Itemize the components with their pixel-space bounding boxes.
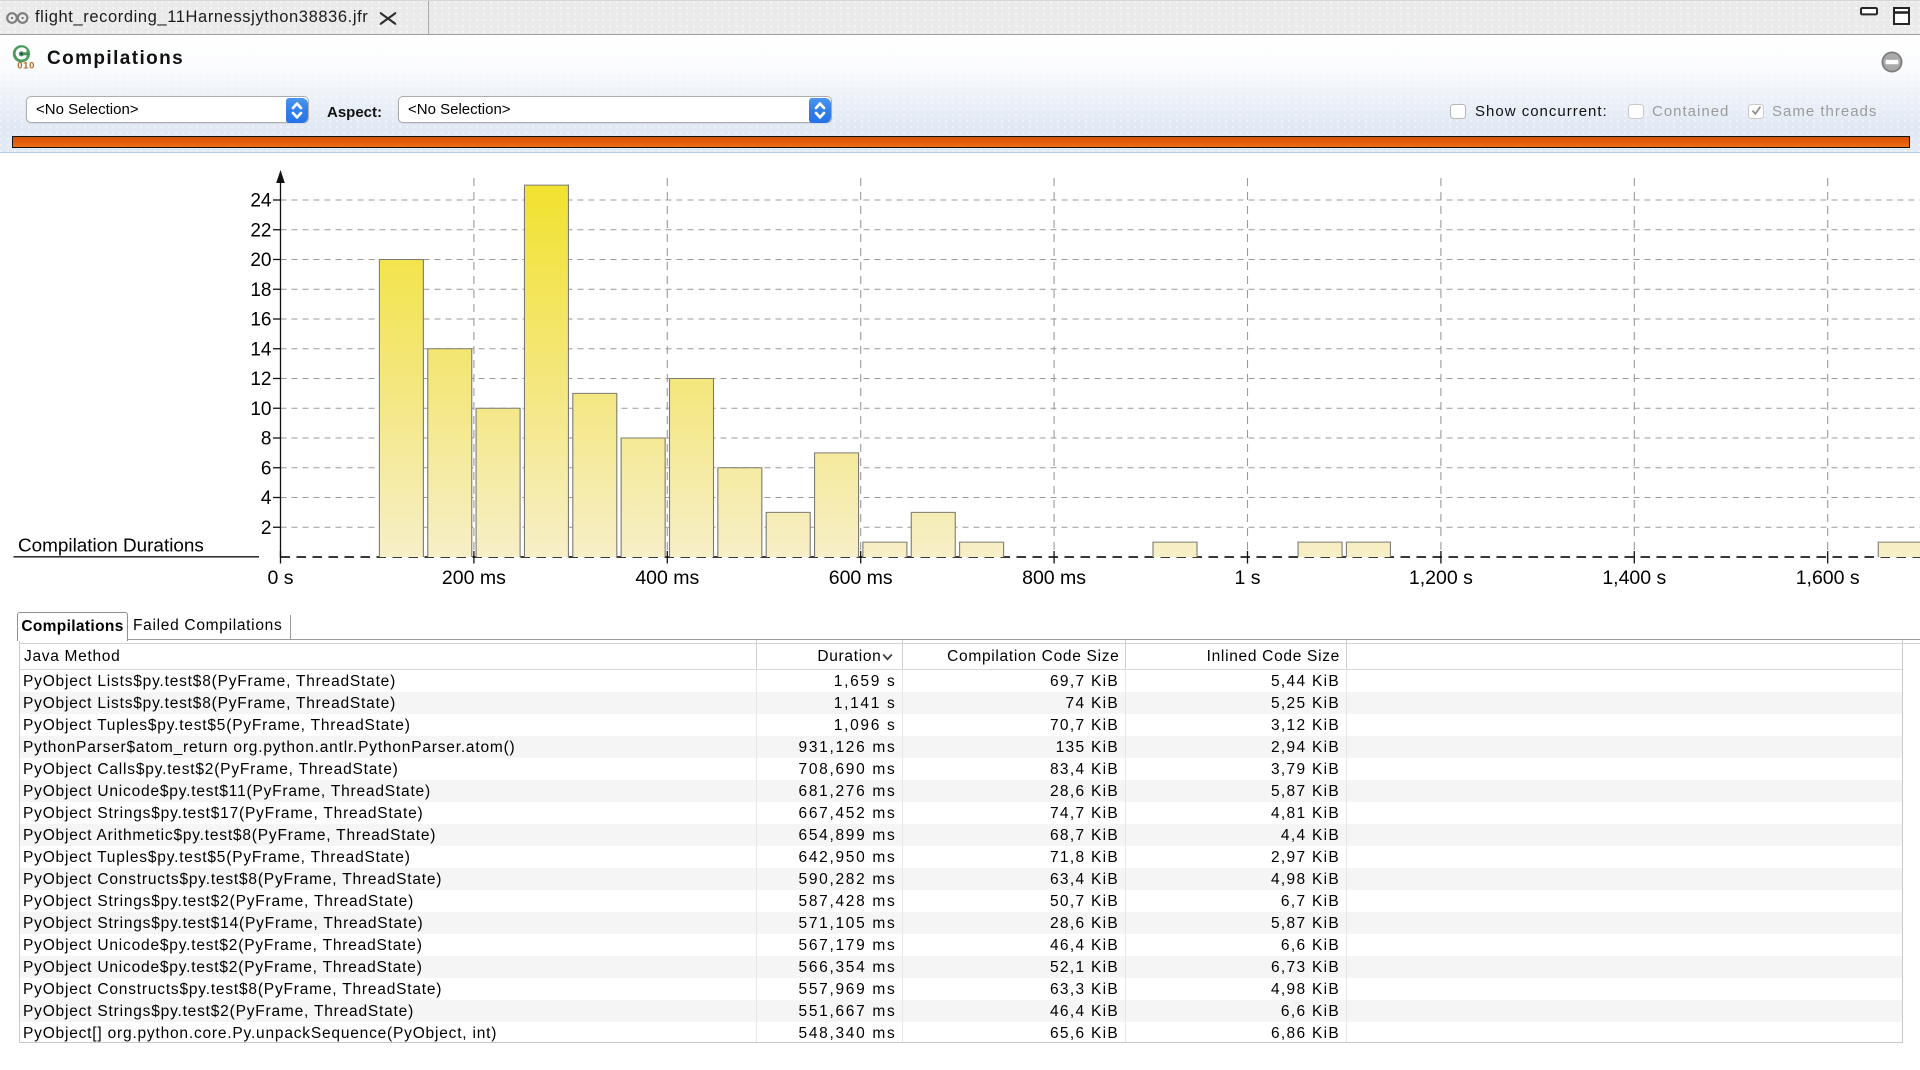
- svg-text:1,200 s: 1,200 s: [1409, 567, 1473, 589]
- svg-text:6: 6: [261, 458, 272, 479]
- svg-text:600 ms: 600 ms: [829, 567, 893, 589]
- svg-text:22: 22: [250, 220, 271, 241]
- svg-text:2: 2: [261, 518, 272, 539]
- svg-text:800 ms: 800 ms: [1022, 567, 1086, 589]
- svg-text:010: 010: [17, 60, 35, 71]
- svg-text:1,400 s: 1,400 s: [1602, 567, 1666, 589]
- svg-text:20: 20: [250, 250, 271, 271]
- svg-text:18: 18: [250, 280, 271, 301]
- svg-text:200 ms: 200 ms: [442, 567, 506, 589]
- svg-text:400 ms: 400 ms: [635, 567, 699, 589]
- svg-text:12: 12: [250, 369, 271, 390]
- svg-text:8: 8: [261, 429, 272, 450]
- svg-text:4: 4: [261, 488, 272, 509]
- svg-text:1 s: 1 s: [1234, 567, 1260, 589]
- svg-text:10: 10: [250, 399, 271, 420]
- svg-text:Compilation Durations: Compilation Durations: [18, 536, 204, 557]
- svg-text:24: 24: [250, 191, 272, 212]
- svg-text:1,600 s: 1,600 s: [1796, 567, 1860, 589]
- svg-text:0 s: 0 s: [267, 567, 293, 589]
- svg-text:14: 14: [250, 339, 272, 360]
- svg-text:16: 16: [250, 310, 271, 331]
